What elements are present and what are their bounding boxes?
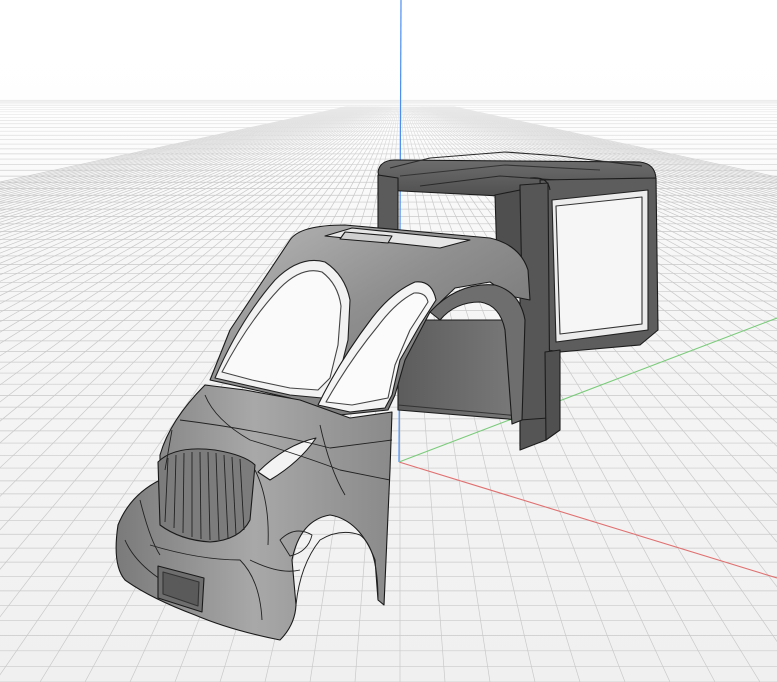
viewport-canvas[interactable]	[0, 0, 777, 682]
x-axis-line	[398, 461, 777, 579]
3d-viewport[interactable]	[0, 0, 777, 682]
